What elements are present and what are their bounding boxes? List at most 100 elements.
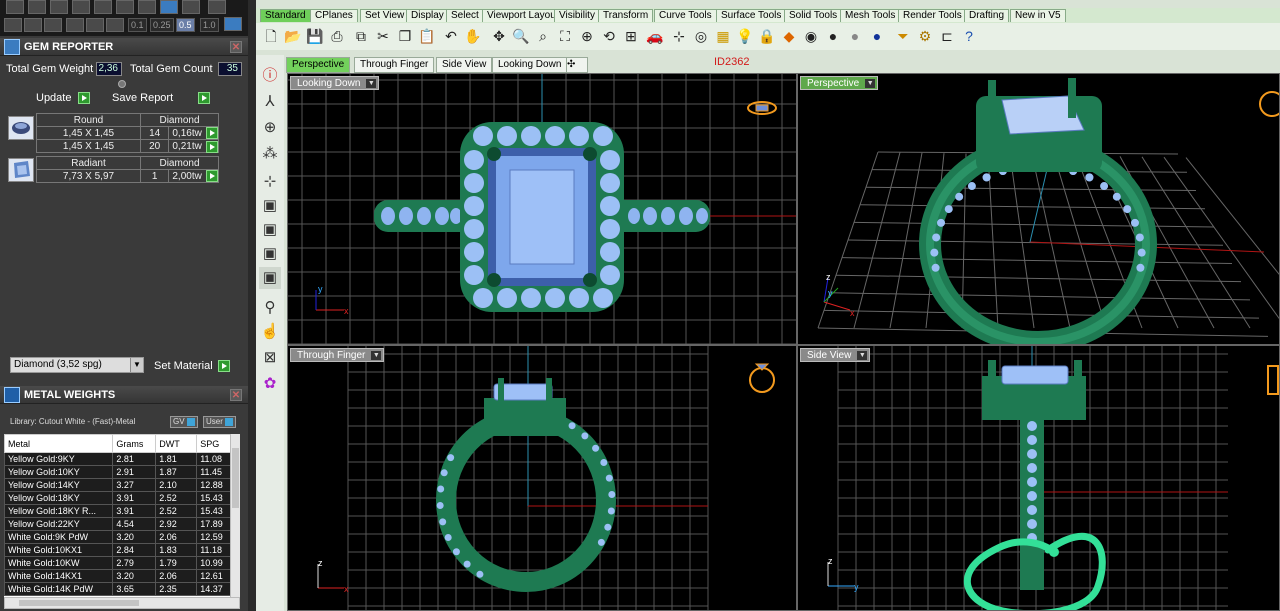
tool-button[interactable] [6, 0, 24, 14]
copy-icon[interactable]: ⧉ [352, 27, 370, 45]
tool-button[interactable] [138, 0, 156, 14]
new-file-icon[interactable]: 🗋 [262, 27, 280, 45]
table-row[interactable]: White Gold:10KX1 2.84 1.83 11.18 [4, 543, 234, 557]
tool-button[interactable] [208, 0, 226, 14]
column-header[interactable]: Grams [112, 434, 157, 453]
material-select[interactable]: Diamond (3,52 spg) ▼ [10, 357, 144, 373]
chevron-down-icon[interactable]: ▼ [371, 351, 382, 360]
select-gem-arrow-icon[interactable] [206, 141, 218, 153]
zoom-option[interactable]: 0.1 [128, 18, 147, 32]
gv-button[interactable]: GV [170, 416, 198, 428]
viewport-title[interactable]: Looking Down ▼ [290, 76, 380, 90]
tool-button[interactable] [24, 18, 42, 32]
close-icon[interactable]: ✕ [230, 389, 242, 401]
toolbar-tab[interactable]: Solid Tools [784, 9, 843, 22]
info-icon[interactable]: ⓘ [259, 65, 281, 87]
zoom-option[interactable]: 1.0 [200, 18, 219, 32]
toolbar-tab[interactable]: Mesh Tools [840, 9, 901, 22]
settings-gear-icon[interactable]: ⚙ [916, 27, 934, 45]
horizontal-scrollbar[interactable] [4, 597, 240, 609]
table-row[interactable]: Yellow Gold:18KY 3.91 2.52 15.43 [4, 491, 234, 505]
save-icon[interactable]: 💾 [306, 27, 324, 45]
hand-tool-icon[interactable]: ☝ [259, 321, 281, 343]
grid-toggle-icon[interactable] [224, 17, 242, 31]
set-material-button[interactable]: Set Material [154, 360, 213, 372]
axes-icon[interactable]: ⊹ [259, 171, 281, 193]
update-button[interactable]: Update [36, 92, 71, 104]
cube-front-icon[interactable]: ▣ [259, 219, 281, 241]
column-header[interactable]: SPG [196, 434, 234, 453]
pan-hand-icon[interactable]: ✋ [464, 27, 482, 45]
mesh-box-icon[interactable]: ⊠ [259, 347, 281, 369]
toolbar-tab[interactable]: Render Tools [898, 9, 967, 22]
tool-button[interactable] [28, 0, 46, 14]
vertical-scrollbar[interactable] [230, 434, 240, 597]
snap-icon[interactable]: ◎ [692, 27, 710, 45]
splitter-handle[interactable] [118, 80, 126, 88]
nodes-icon[interactable]: ⁂ [259, 143, 281, 165]
chevron-down-icon[interactable]: ▼ [857, 351, 868, 360]
tool-button[interactable] [66, 18, 84, 32]
viewport-title[interactable]: Side View ▼ [800, 348, 871, 362]
undo-icon[interactable]: ↶ [442, 27, 460, 45]
tool-button[interactable] [72, 0, 90, 14]
column-header[interactable]: Metal [4, 434, 114, 453]
vp-tab-through-finger[interactable]: Through Finger [354, 57, 435, 73]
select-points-icon[interactable]: ⊹ [670, 27, 688, 45]
table-row[interactable]: White Gold:9K PdW 3.20 2.06 12.59 [4, 530, 234, 544]
flower-icon[interactable]: ✿ [259, 373, 281, 395]
table-row[interactable]: Yellow Gold:14KY 3.27 2.10 12.88 [4, 478, 234, 492]
scroll-thumb[interactable] [19, 600, 139, 606]
cube-top-icon[interactable]: ▣ [259, 195, 281, 217]
zoom-window-icon[interactable]: ⌕ [534, 27, 552, 45]
select-gem-arrow-icon[interactable] [206, 170, 218, 182]
save-report-button[interactable]: Save Report [112, 92, 173, 104]
close-icon[interactable]: ✕ [230, 41, 242, 53]
zoom-selected-icon[interactable]: ⊕ [578, 27, 596, 45]
scroll-thumb[interactable] [232, 448, 239, 508]
car-icon[interactable]: 🚗 [646, 27, 664, 45]
magnet-icon[interactable]: ⚲ [259, 297, 281, 319]
viewport-through-finger[interactable]: z x Through Finger ▼ [287, 345, 797, 611]
tool-button[interactable] [44, 18, 62, 32]
zoom-extents-icon[interactable]: ⛶ [556, 27, 574, 45]
viewport-title[interactable]: Through Finger ▼ [290, 348, 385, 362]
light-bulb-icon[interactable]: 💡 [736, 27, 754, 45]
toolbar-tab[interactable]: Curve Tools [654, 9, 717, 22]
tool-button[interactable] [50, 0, 68, 14]
tool-button[interactable] [160, 0, 178, 14]
dimension-icon[interactable]: ⊏ [938, 27, 956, 45]
toolbar-tab[interactable]: Drafting [964, 9, 1010, 22]
toolbar-tab[interactable]: Standard [260, 9, 311, 22]
update-arrow-icon[interactable] [78, 92, 90, 104]
axis-icon[interactable]: ⅄ [259, 91, 281, 113]
toolbar-tab[interactable]: Select [446, 9, 484, 22]
table-row[interactable]: Yellow Gold:22KY 4.54 2.92 17.89 [4, 517, 234, 531]
toolbar-tab[interactable]: Visibility [554, 9, 600, 22]
toolbar-tab[interactable]: Display [406, 9, 449, 22]
lock-icon[interactable]: 🔒 [758, 27, 776, 45]
vp-tab-side-view[interactable]: Side View [436, 57, 493, 73]
table-row[interactable]: Yellow Gold:18KY R... 3.91 2.52 15.43 [4, 504, 234, 518]
toolbar-tab[interactable]: Surface Tools [716, 9, 787, 22]
tool-button[interactable] [116, 0, 134, 14]
copy-doc-icon[interactable]: ❐ [396, 27, 414, 45]
move-view-icon[interactable]: ✥ [490, 27, 508, 45]
viewport-title[interactable]: Perspective ▼ [800, 76, 879, 90]
toolbar-tab[interactable]: Set View [360, 9, 410, 22]
viewport-perspective[interactable]: y x z Perspective ▼ [797, 73, 1280, 345]
user-button[interactable]: User [203, 416, 236, 428]
render-sphere-icon[interactable]: ● [824, 27, 842, 45]
toolbar-tab[interactable]: CPlanes [310, 9, 358, 22]
tool-button[interactable] [182, 0, 200, 14]
zoom-option[interactable]: 0.5 [176, 18, 195, 32]
cut-icon[interactable]: ✂ [374, 27, 392, 45]
tool-button[interactable] [106, 18, 124, 32]
chevron-down-icon[interactable]: ▼ [130, 358, 143, 372]
zoom-option[interactable]: 0.25 [150, 18, 174, 32]
table-row[interactable]: Yellow Gold:9KY 2.81 1.81 11.08 [4, 452, 234, 466]
cube-side-icon[interactable]: ▣ [259, 243, 281, 265]
layer-icon[interactable]: ▦ [714, 27, 732, 45]
table-row[interactable]: White Gold:10KW 2.79 1.79 10.99 [4, 556, 234, 570]
paste-icon[interactable]: 📋 [418, 27, 436, 45]
